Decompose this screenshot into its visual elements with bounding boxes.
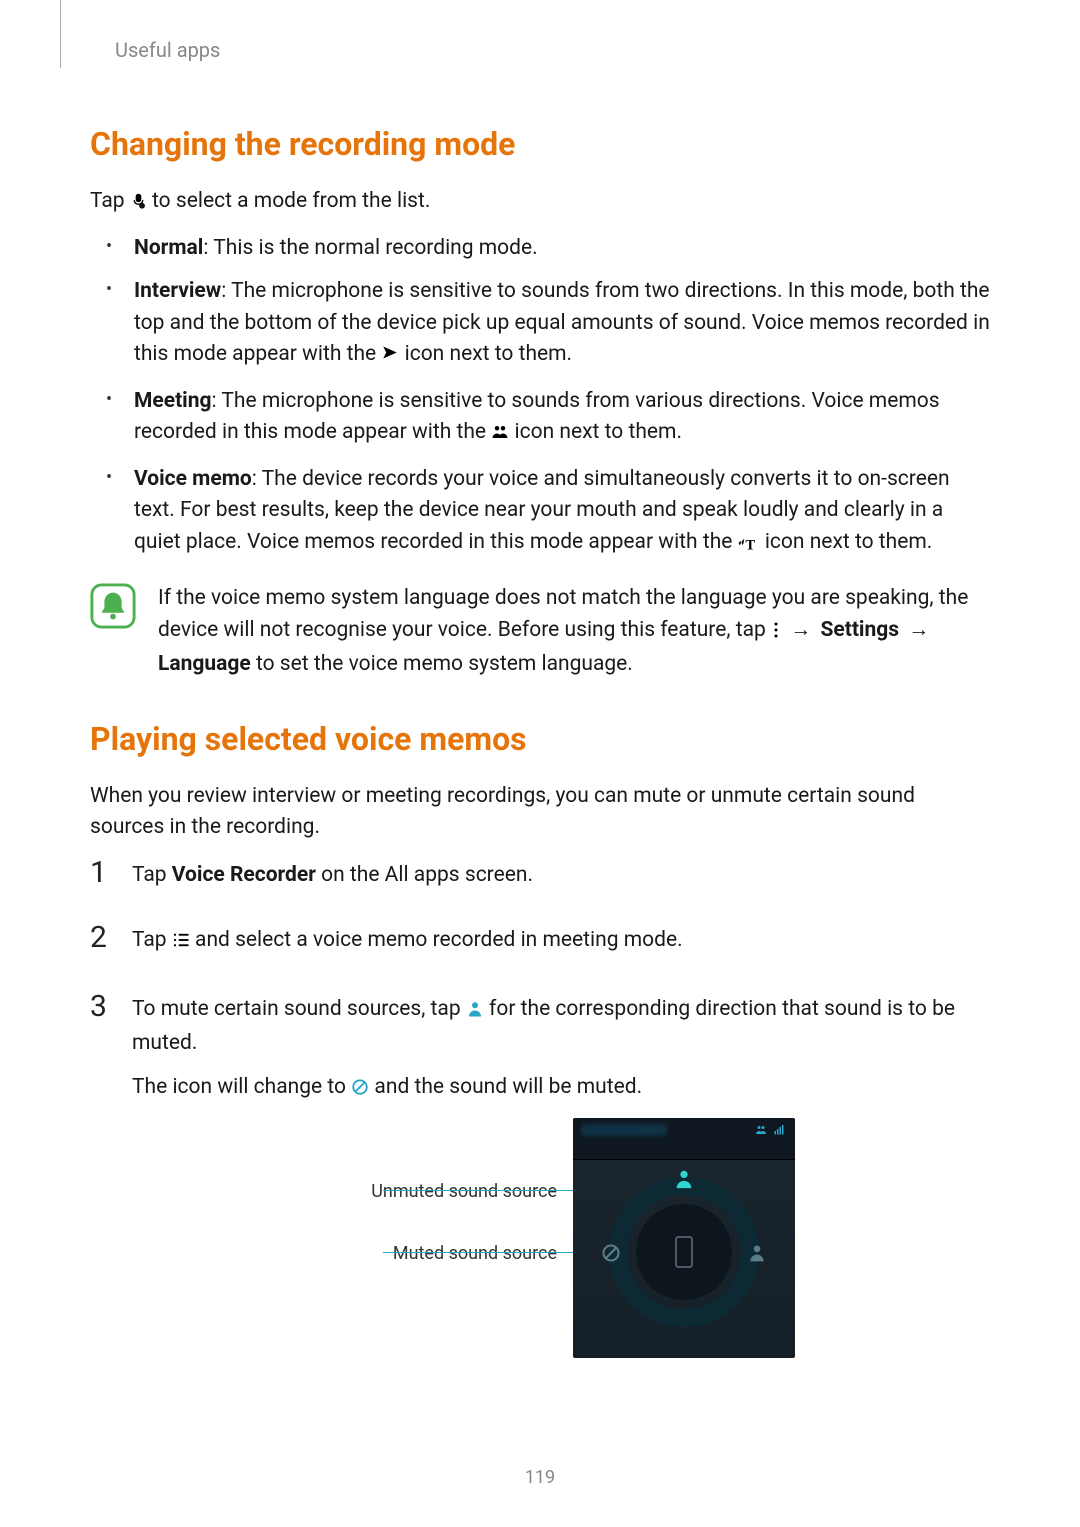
note-bell-icon <box>90 583 136 640</box>
page-number: 119 <box>525 1464 555 1491</box>
step-3-pre: To mute certain sound sources, tap <box>132 997 466 1021</box>
label-meeting: Meeting <box>134 389 212 413</box>
step-2-number: 2 <box>90 921 114 972</box>
step-3-number: 3 <box>90 990 114 1359</box>
intro-post: to select a mode from the list. <box>152 189 430 213</box>
playing-intro: When you review interview or meeting rec… <box>90 781 990 844</box>
label-voicememo: Voice memo <box>134 467 252 491</box>
label-unmuted: Unmuted sound source <box>371 1178 557 1205</box>
phone-title-blur <box>581 1124 667 1136</box>
phone-device-outline <box>675 1236 693 1268</box>
step-1-pre: Tap <box>132 863 172 887</box>
interview-mode-icon <box>381 342 399 374</box>
text-meeting-post: icon next to them. <box>515 420 683 444</box>
mode-list: Normal: This is the normal recording mod… <box>90 233 990 562</box>
mute-circle-icon <box>351 1075 369 1107</box>
step-2: 2 Tap and select a voice memo recorded i… <box>90 921 990 972</box>
label-muted: Muted sound source <box>393 1240 557 1267</box>
more-options-icon <box>771 618 781 650</box>
arrow-2: → <box>908 615 929 647</box>
text-normal: : This is the normal recording mode. <box>203 236 537 260</box>
marker-unmuted <box>673 1168 695 1190</box>
step-1-bold: Voice Recorder <box>172 863 316 887</box>
step-2-pre: Tap <box>132 928 172 952</box>
list-icon <box>172 928 190 960</box>
step-1-post: on the All apps screen. <box>316 863 533 887</box>
phone-figure <box>573 1118 795 1358</box>
step-3-line2-post: and the sound will be muted. <box>374 1075 642 1099</box>
text-interview-post: icon next to them. <box>405 342 573 366</box>
person-icon <box>466 997 484 1029</box>
note-language-label: Language <box>158 652 251 676</box>
text-voicememo-post: icon next to them. <box>765 530 933 554</box>
bullet-interview: Interview: The microphone is sensitive t… <box>134 276 990 374</box>
marker-right <box>747 1242 767 1262</box>
phone-status-icons <box>755 1124 785 1136</box>
step-2-post: and select a voice memo recorded in meet… <box>195 928 683 952</box>
header-rule <box>60 0 61 68</box>
arrow-1: → <box>790 615 811 647</box>
label-normal: Normal <box>134 236 203 260</box>
marker-muted <box>601 1242 621 1262</box>
page-content: Changing the recording mode Tap to selec… <box>0 0 1080 1358</box>
intro-pre: Tap <box>90 189 130 213</box>
intro-paragraph: Tap to select a mode from the list. <box>90 186 990 221</box>
mic-settings-icon <box>130 189 147 221</box>
bullet-normal: Normal: This is the normal recording mod… <box>134 233 990 265</box>
bullet-voicememo: Voice memo: The device records your voic… <box>134 464 990 562</box>
step-3: 3 To mute certain sound sources, tap for… <box>90 990 990 1359</box>
header-section: Useful apps <box>115 35 220 65</box>
heading-playing-memos: Playing selected voice memos <box>90 715 990 763</box>
step-3-line2-pre: The icon will change to <box>132 1075 351 1099</box>
voice-memo-icon: T <box>738 530 760 562</box>
note-text: If the voice memo system language does n… <box>158 583 990 681</box>
note-post: to set the voice memo system language. <box>256 652 633 676</box>
label-interview: Interview <box>134 279 221 303</box>
bullet-meeting: Meeting: The microphone is sensitive to … <box>134 386 990 452</box>
svg-text:T: T <box>745 537 755 553</box>
note-block: If the voice memo system language does n… <box>90 583 990 681</box>
heading-changing-mode: Changing the recording mode <box>90 120 990 168</box>
phone-dial-center <box>636 1204 732 1300</box>
step-1: 1 Tap Voice Recorder on the All apps scr… <box>90 856 990 904</box>
note-settings-label: Settings <box>820 618 899 642</box>
meeting-mode-icon <box>491 420 509 452</box>
step-1-number: 1 <box>90 856 114 904</box>
callout-figure: Unmuted sound source Muted sound source <box>132 1118 990 1358</box>
